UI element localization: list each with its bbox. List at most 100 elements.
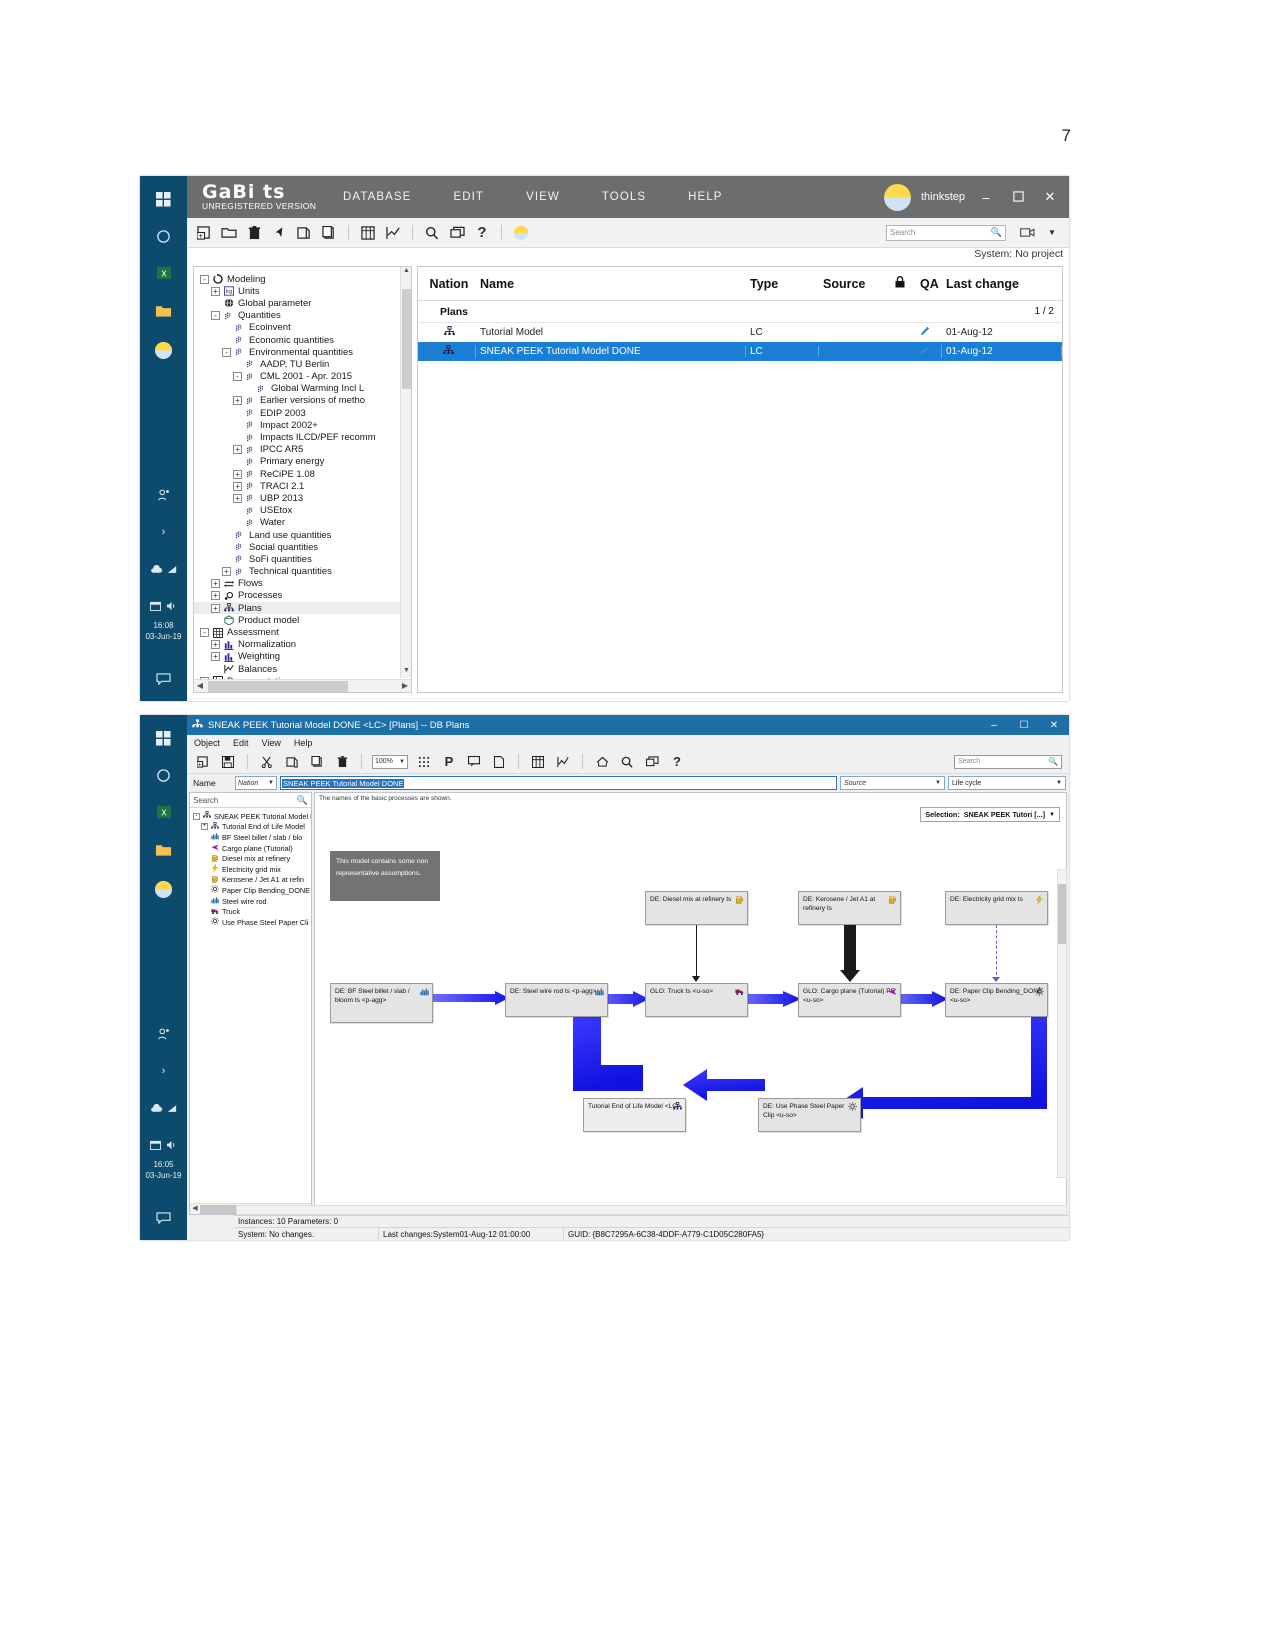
people-icon-2[interactable] [150, 1020, 178, 1048]
help-icon-2[interactable]: ? [668, 753, 686, 771]
plan-hscroll-left-arrow[interactable]: ◀ [190, 1204, 200, 1214]
chevron-down-icon-source[interactable]: ▼ [935, 780, 941, 786]
paste-icon-2[interactable] [308, 753, 326, 771]
chevron-down-icon-lifecycle[interactable]: ▼ [1056, 780, 1062, 786]
plan-tree-item-truck[interactable]: Truck [190, 906, 311, 917]
column-header-name[interactable]: Name [476, 277, 746, 291]
cortana-circle-icon-2[interactable] [150, 761, 178, 789]
plan-node-bending[interactable]: DE: Paper Clip Bending_DONE <u-so> [945, 983, 1048, 1017]
excel-icon[interactable]: X [150, 259, 178, 287]
expand-icon[interactable]: + [211, 591, 220, 601]
tree-item-processes[interactable]: + Processes [194, 590, 411, 602]
plan-tree-search-icon[interactable]: 🔍 [297, 795, 308, 806]
search-icon-2[interactable] [618, 753, 636, 771]
menu-database[interactable]: DATABASE [322, 191, 432, 203]
chart-icon[interactable] [384, 224, 402, 242]
delete-icon[interactable] [245, 224, 263, 242]
collapse-icon[interactable]: - [200, 628, 209, 638]
grid-icon[interactable] [415, 753, 433, 771]
search-icon-small[interactable]: 🔍 [991, 227, 1002, 238]
plan-tree-item-electricity-grid-mix[interactable]: Electricity grid mix [190, 863, 311, 875]
tree-item-economic-quantities[interactable]: Economic quantities [194, 334, 411, 346]
collapse-icon[interactable]: - [200, 274, 209, 284]
tree-horizontal-scrollbar[interactable]: ◀ ▶ [194, 679, 411, 692]
tree-item-normalization[interactable]: + Normalization [194, 639, 411, 651]
expand-icon[interactable]: + [233, 445, 242, 455]
tree-vertical-scrollbar[interactable]: ▲ ▼ [400, 267, 411, 678]
chevron-down-icon-nation[interactable]: ▼ [268, 780, 274, 786]
delete-icon-2[interactable] [333, 753, 351, 771]
plan-node-wirerod[interactable]: DE: Steel wire rod ts <p-agg> [505, 983, 608, 1017]
plan-menu-view[interactable]: View [262, 738, 281, 748]
plan-close-button[interactable]: ✕ [1039, 720, 1069, 731]
notification-icon[interactable] [150, 665, 178, 693]
excel-icon-2[interactable]: X [150, 798, 178, 826]
hscroll-thumb[interactable] [208, 681, 348, 692]
tree-item-sofi-quantities[interactable]: SoFi quantities [194, 553, 411, 565]
window-icon[interactable] [448, 224, 466, 242]
plan-canvas[interactable]: The names of the basic processes are sho… [314, 792, 1067, 1215]
lifecycle-select[interactable]: Life cycle ▼ [948, 776, 1066, 790]
collapse-icon[interactable]: - [211, 311, 220, 321]
gabi-icon[interactable] [150, 336, 178, 364]
cut-icon[interactable] [258, 753, 276, 771]
save-icon[interactable] [219, 753, 237, 771]
plan-node-cargoplane[interactable]: GLO: Cargo plane (Tutorial) PE <u-so> [798, 983, 901, 1017]
gabi-icon-2[interactable] [150, 875, 178, 903]
zoom-level-select[interactable]: 100% ▼ [372, 754, 408, 769]
hscroll-right-arrow[interactable]: ▶ [399, 680, 411, 692]
scroll-up-arrow[interactable]: ▲ [401, 267, 411, 278]
tree-item-global-warming-incl-l[interactable]: Global Warming Incl L [194, 383, 411, 395]
windows-start-icon-2[interactable] [150, 724, 178, 752]
tree-item-earlier-versions-of-metho[interactable]: + Earlier versions of metho [194, 395, 411, 407]
expand-icon[interactable]: + [211, 603, 220, 613]
tree-item-cml-2001-apr-2015[interactable]: - CML 2001 - Apr. 2015 [194, 371, 411, 383]
table-row[interactable]: SNEAK PEEK Tutorial Model DONE LC 01-Aug-1… [418, 342, 1062, 361]
chevron-down-icon-selection[interactable]: ▼ [1049, 812, 1055, 818]
plan-tree-item-sneak-peek-tutorial-model-d[interactable]: - SNEAK PEEK Tutorial Model D [190, 811, 311, 822]
plan-tree-item-paper-clip-bending-done[interactable]: Paper Clip Bending_DONE [190, 885, 311, 896]
open-icon[interactable] [220, 224, 238, 242]
expand-icon[interactable]: + [233, 396, 242, 406]
column-header-qa[interactable]: QA [916, 277, 942, 291]
global-search-box[interactable]: Search 🔍 [886, 224, 1006, 241]
tree-item-technical-quantities[interactable]: + Technical quantities [194, 566, 411, 578]
column-header-source[interactable]: Source [819, 277, 879, 291]
expand-icon[interactable]: + [211, 579, 220, 589]
minimize-button[interactable]: – [975, 190, 997, 205]
flow-icon-toolbar[interactable] [465, 753, 483, 771]
tree-item-environmental-quantities[interactable]: - Environmental quantities [194, 346, 411, 358]
help-icon[interactable]: ? [473, 224, 491, 242]
plan-menu-help[interactable]: Help [294, 738, 313, 748]
tree-item-ubp-2013[interactable]: + UBP 2013 [194, 492, 411, 504]
expand-icon[interactable]: + [222, 567, 231, 577]
plan-node-kerosene[interactable]: DE: Kerosene / Jet A1 at refinery ts [798, 891, 901, 925]
calendar-and-volume-icon[interactable] [150, 592, 178, 620]
expand-icon[interactable]: + [211, 652, 220, 662]
plan-node-billet[interactable]: DE: BF Steel billet / slab / bloom ts <p… [330, 983, 433, 1023]
chevron-right-icon-2[interactable]: › [150, 1057, 178, 1085]
tree-item-weighting[interactable]: + Weighting [194, 651, 411, 663]
home-icon[interactable] [593, 753, 611, 771]
maximize-button[interactable] [1007, 190, 1029, 205]
search-icon[interactable] [423, 224, 441, 242]
folder-icon-2[interactable] [150, 835, 178, 863]
tree-item-traci-2-1[interactable]: + TRACI 2.1 [194, 480, 411, 492]
chevron-right-icon[interactable]: › [150, 518, 178, 546]
table-icon[interactable] [359, 224, 377, 242]
copy-icon-2[interactable] [283, 753, 301, 771]
model-memo-note[interactable]: This model contains some non representat… [330, 851, 440, 901]
nation-select[interactable]: Nation ▼ [235, 776, 277, 790]
toolbar-overflow-chevron-icon[interactable]: ▼ [1043, 224, 1061, 242]
tree-item-ipcc-ar5[interactable]: + IPCC AR5 [194, 444, 411, 456]
expand-icon[interactable]: + [233, 469, 242, 479]
plan-menu-object[interactable]: Object [194, 738, 220, 748]
windows-start-icon[interactable] [150, 185, 178, 213]
scroll-down-arrow[interactable]: ▼ [401, 667, 411, 678]
page-icon-toolbar[interactable] [490, 753, 508, 771]
column-header-type[interactable]: Type [746, 277, 819, 291]
camera-icon[interactable] [1018, 224, 1036, 242]
new-icon[interactable]: + [194, 753, 212, 771]
tree-item-ecoinvent[interactable]: Ecoinvent [194, 322, 411, 334]
window-icon-2[interactable] [643, 753, 661, 771]
